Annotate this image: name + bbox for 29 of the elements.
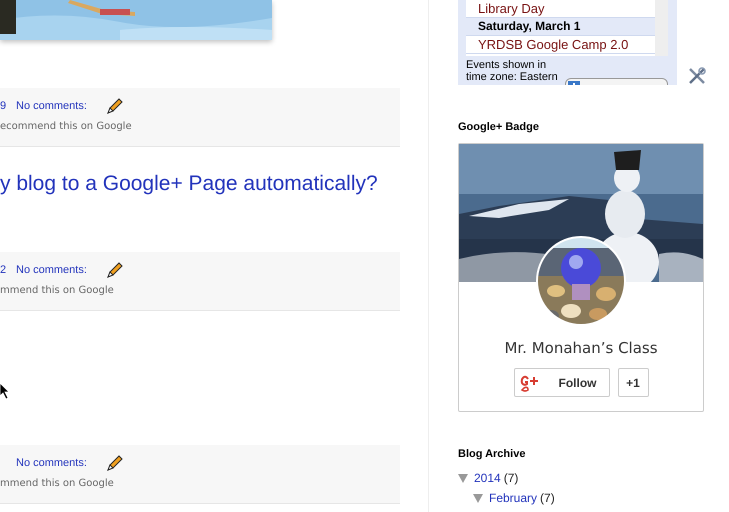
page-name[interactable]: Mr. Monahan’s Class (504, 339, 658, 357)
section-heading: Blog Archive (458, 448, 526, 460)
calendar-day-heading: Saturday, March 1 (466, 18, 655, 36)
timezone-note: Events shown in time zone: Eastern (466, 59, 558, 83)
recommend-text[interactable]: ecommend this on Google (0, 118, 400, 132)
tools-icon[interactable] (687, 66, 707, 86)
section-heading: Google+ Badge (458, 121, 540, 133)
archive-link[interactable]: February (489, 491, 538, 505)
post-count: (7) (540, 491, 555, 505)
archive-link[interactable]: 2014 (474, 471, 501, 485)
collapse-toggle-icon[interactable] (473, 494, 483, 502)
comments-link[interactable]: No comments: (16, 264, 106, 276)
g-plus-icon (518, 374, 540, 392)
plus-one-button[interactable]: +1 (618, 368, 648, 397)
comments-link[interactable]: No comments: (16, 100, 106, 112)
recommend-text[interactable]: mmend this on Google (0, 282, 400, 296)
pencil-icon[interactable] (106, 261, 124, 279)
scrollbar[interactable] (655, 0, 668, 56)
post-title-link[interactable]: y blog to a Google+ Page automatically? (0, 147, 400, 252)
collapse-toggle-icon[interactable] (458, 474, 468, 482)
post-date-link[interactable]: 9 (0, 100, 16, 112)
post-count: (7) (504, 471, 518, 485)
recommend-text[interactable]: mmend this on Google (0, 475, 400, 489)
post-date-link[interactable]: 2 (0, 264, 16, 276)
pencil-icon[interactable] (106, 454, 124, 472)
calendar-event[interactable]: YRDSB Google Camp 2.0 (466, 36, 655, 54)
pencil-icon[interactable] (106, 97, 124, 115)
comments-link[interactable]: No comments: (16, 457, 106, 469)
follow-button[interactable]: Follow (514, 368, 610, 397)
